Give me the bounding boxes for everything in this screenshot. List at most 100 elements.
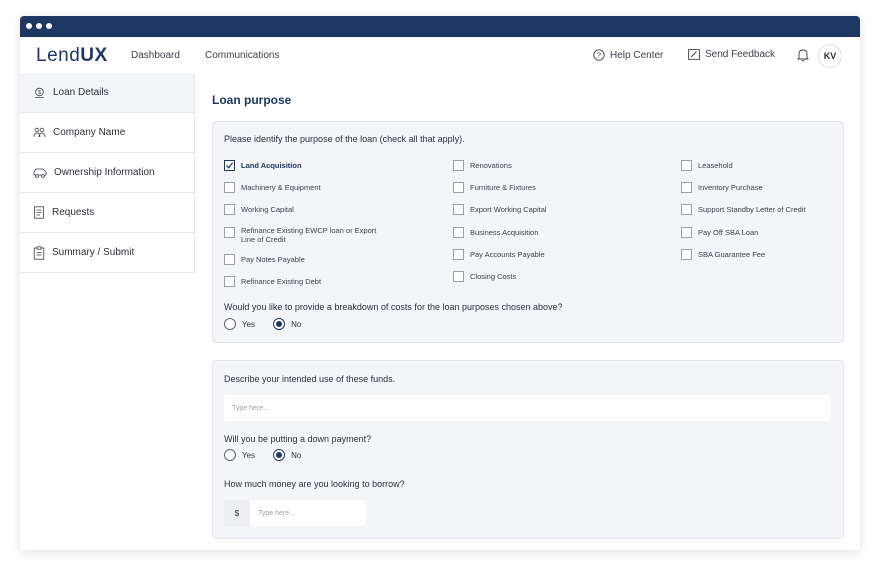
funds-card: Describe your intended use of these fund… bbox=[212, 360, 844, 539]
sidebar-item-company-name[interactable]: Company Name bbox=[20, 113, 195, 153]
checkbox-label: Closing Costs bbox=[470, 272, 517, 281]
sidebar-item-summary-submit[interactable]: Summary / Submit bbox=[20, 233, 195, 273]
checkbox-label: Pay Accounts Payable bbox=[470, 250, 545, 259]
checkbox-label: Furniture & Fixtures bbox=[470, 183, 536, 192]
checkbox-box[interactable] bbox=[453, 160, 464, 171]
checkbox-pay-notes-payable[interactable]: Pay Notes Payable bbox=[224, 254, 305, 265]
sidebar-item-label: Requests bbox=[52, 207, 95, 218]
radio-yes-label: Yes bbox=[242, 319, 256, 329]
checkbox-refinance-ewcp[interactable]: Refinance Existing EWCP loan or Export L… bbox=[224, 225, 384, 244]
checkbox-pay-off-sba-loan[interactable]: Pay Off SBA Loan bbox=[681, 227, 758, 238]
checkbox-furniture-fixtures[interactable]: Furniture & Fixtures bbox=[453, 182, 536, 193]
checkbox-box[interactable] bbox=[681, 204, 692, 215]
radio-no-label: No bbox=[291, 319, 302, 329]
window-dot-icon bbox=[26, 23, 32, 29]
send-feedback-link[interactable]: Send Feedback bbox=[688, 49, 775, 60]
people-icon bbox=[33, 127, 46, 138]
checkbox-box[interactable] bbox=[681, 182, 692, 193]
checkbox-label: Business Acquisition bbox=[470, 228, 539, 237]
send-feedback-label: Send Feedback bbox=[705, 49, 776, 60]
checkbox-box[interactable] bbox=[453, 249, 464, 260]
sidebar-item-label: Company Name bbox=[53, 127, 126, 138]
checkbox-inventory-purchase[interactable]: Inventory Purchase bbox=[681, 182, 763, 193]
checkbox-export-working-capital[interactable]: Export Working Capital bbox=[453, 204, 547, 215]
checkbox-box[interactable] bbox=[224, 227, 235, 238]
checkbox-box[interactable] bbox=[681, 227, 692, 238]
checkbox-refinance-existing-debt[interactable]: Refinance Existing Debt bbox=[224, 276, 321, 287]
checkbox-box[interactable] bbox=[224, 182, 235, 193]
checkbox-box[interactable] bbox=[681, 249, 692, 260]
clipboard-icon bbox=[33, 245, 45, 260]
radio-yes[interactable] bbox=[224, 449, 236, 461]
top-nav: LendUX Dashboard Communications ? Help C… bbox=[20, 37, 860, 74]
checkbox-label: Pay Notes Payable bbox=[241, 255, 305, 264]
main-content: Loan purpose Please identify the purpose… bbox=[195, 73, 860, 550]
checkbox-land-acquisition[interactable]: Land Acquisition bbox=[224, 160, 302, 171]
radio-no[interactable] bbox=[273, 449, 286, 461]
checkbox-sba-guarantee-fee[interactable]: SBA Guarantee Fee bbox=[681, 249, 765, 260]
checkbox-label: Renovations bbox=[470, 161, 512, 170]
down-payment-radio-group: Yes No bbox=[224, 449, 301, 461]
checkbox-box[interactable] bbox=[224, 276, 235, 287]
help-icon: ? bbox=[593, 49, 605, 61]
checkbox-label: Machinery & Equipment bbox=[241, 183, 321, 192]
checkbox-renovations[interactable]: Renovations bbox=[453, 160, 512, 171]
window-dot-icon bbox=[36, 23, 42, 29]
help-center-link[interactable]: ? Help Center bbox=[593, 49, 663, 61]
feedback-icon bbox=[688, 49, 700, 60]
car-icon bbox=[33, 168, 47, 178]
checkbox-checked-icon[interactable] bbox=[224, 160, 235, 171]
purpose-question: Please identify the purpose of the loan … bbox=[224, 134, 465, 144]
sidebar-item-label: Summary / Submit bbox=[52, 247, 135, 258]
checkbox-label: SBA Guarantee Fee bbox=[698, 250, 766, 259]
checkbox-pay-accounts-payable[interactable]: Pay Accounts Payable bbox=[453, 249, 545, 260]
breakdown-radio-group: Yes No bbox=[224, 318, 301, 330]
checkbox-label: Land Acquisition bbox=[241, 161, 302, 170]
checkbox-leasehold[interactable]: Leasehold bbox=[681, 160, 733, 171]
radio-yes[interactable] bbox=[224, 318, 236, 330]
checkbox-box[interactable] bbox=[224, 204, 235, 215]
checkbox-label: Working Capital bbox=[241, 205, 294, 214]
logo[interactable]: LendUX bbox=[36, 45, 108, 67]
money-bag-icon: $ bbox=[35, 87, 44, 98]
checkbox-box[interactable] bbox=[453, 182, 464, 193]
radio-yes-label: Yes bbox=[242, 450, 256, 460]
app-window: LendUX Dashboard Communications ? Help C… bbox=[20, 16, 860, 550]
funds-input[interactable]: Type here... bbox=[224, 395, 831, 421]
breakdown-question: Would you like to provide a breakdown of… bbox=[224, 302, 563, 312]
checkbox-box[interactable] bbox=[224, 254, 235, 265]
title-bar bbox=[20, 16, 860, 37]
svg-text:$: $ bbox=[38, 90, 41, 96]
checkbox-machinery-equipment[interactable]: Machinery & Equipment bbox=[224, 182, 321, 193]
checkbox-business-acquisition[interactable]: Business Acquisition bbox=[453, 227, 538, 238]
nav-link-dashboard[interactable]: Dashboard bbox=[131, 50, 180, 61]
document-icon bbox=[34, 206, 44, 219]
borrow-amount-input[interactable]: Type here... bbox=[250, 500, 366, 526]
checkbox-box[interactable] bbox=[453, 227, 464, 238]
loan-purpose-card: Please identify the purpose of the loan … bbox=[212, 121, 844, 343]
checkbox-label: Support Standby Letter of Credit bbox=[698, 205, 806, 214]
help-center-label: Help Center bbox=[610, 49, 664, 61]
sidebar-item-loan-details[interactable]: $ Loan Details bbox=[20, 73, 195, 113]
nav-link-communications[interactable]: Communications bbox=[205, 50, 279, 61]
sidebar-item-requests[interactable]: Requests bbox=[20, 193, 195, 233]
sidebar: $ Loan Details Company Name Ownership In… bbox=[20, 73, 195, 273]
checkbox-working-capital[interactable]: Working Capital bbox=[224, 204, 294, 215]
checkbox-label: Refinance Existing EWCP loan or Export L… bbox=[241, 226, 377, 244]
bell-icon[interactable] bbox=[797, 48, 809, 62]
checkbox-box[interactable] bbox=[453, 204, 464, 215]
sidebar-item-ownership-information[interactable]: Ownership Information bbox=[20, 153, 195, 193]
checkbox-label: Pay Off SBA Loan bbox=[698, 228, 759, 237]
avatar[interactable]: KV bbox=[818, 44, 842, 68]
checkbox-closing-costs[interactable]: Closing Costs bbox=[453, 271, 516, 282]
checkbox-support-standby-letter[interactable]: Support Standby Letter of Credit bbox=[681, 204, 806, 215]
checkbox-box[interactable] bbox=[681, 160, 692, 171]
borrow-question: How much money are you looking to borrow… bbox=[224, 479, 405, 489]
checkbox-box[interactable] bbox=[453, 271, 464, 282]
page-title: Loan purpose bbox=[212, 93, 292, 107]
currency-prefix: $ bbox=[224, 500, 250, 526]
svg-text:?: ? bbox=[597, 51, 601, 60]
radio-no[interactable] bbox=[273, 318, 286, 330]
sidebar-item-label: Loan Details bbox=[53, 87, 109, 98]
checkbox-label: Inventory Purchase bbox=[698, 183, 763, 192]
